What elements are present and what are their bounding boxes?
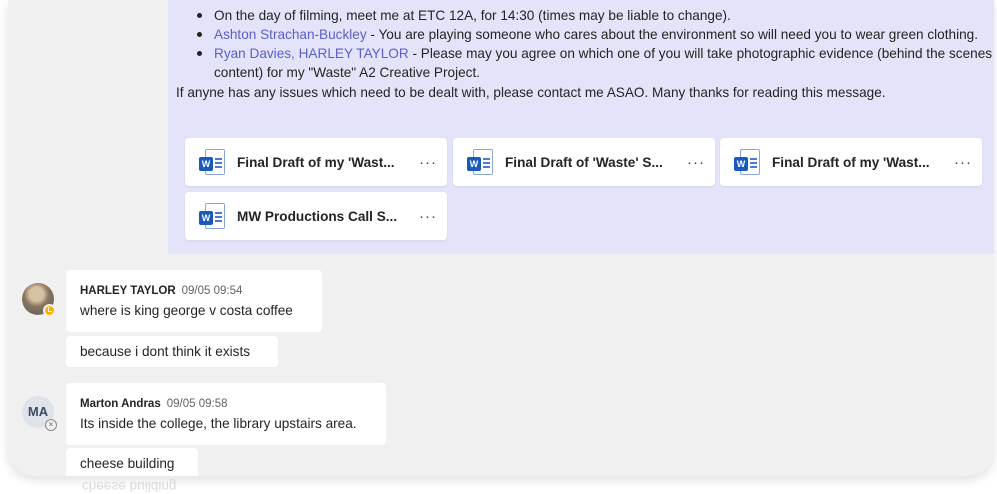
avatar[interactable]: MA × [22, 396, 57, 431]
word-file-icon: W [199, 203, 225, 229]
status-offline-icon: × [45, 419, 57, 431]
message-text: because i dont think it exists [80, 344, 251, 359]
word-file-icon: W [467, 149, 493, 175]
own-message: On the day of filming, meet me at ETC 12… [168, 0, 994, 254]
author-name[interactable]: HARLEY TAYLOR [80, 285, 176, 297]
message-bubble: Marton Andras 09/05 09:58 Its inside the … [66, 383, 386, 445]
message-header: Marton Andras 09/05 09:58 [80, 383, 372, 411]
message-bullet-list: On the day of filming, meet me at ETC 12… [197, 6, 994, 82]
message-closing-text: If anyne has any issues which need to be… [176, 85, 886, 100]
more-options-icon[interactable]: ··· [687, 154, 705, 171]
message-timestamp: 09/05 09:58 [166, 398, 228, 410]
word-file-icon: W [734, 149, 760, 175]
message-timestamp: 09/05 09:54 [181, 285, 243, 297]
avatar-initials: MA [27, 404, 49, 419]
bullet-item: Ryan Davies, HARLEY TAYLOR - Please may … [197, 44, 994, 82]
attachment-name: MW Productions Call S... [237, 208, 398, 224]
word-file-icon: W [199, 149, 225, 175]
chat-pane: On the day of filming, meet me at ETC 12… [8, 0, 994, 476]
bullet-text: - You are playing someone who cares abou… [366, 27, 978, 42]
attachment-name: Final Draft of my 'Wast... [237, 154, 395, 170]
avatar[interactable] [22, 283, 56, 317]
mention-link[interactable]: Ashton Strachan-Buckley [214, 27, 367, 42]
message-text: where is king george v costa coffee [80, 303, 293, 318]
bullet-item: Ashton Strachan-Buckley - You are playin… [197, 25, 994, 44]
attachment-card[interactable]: W Final Draft of 'Waste' S... ··· [453, 138, 715, 186]
more-options-icon[interactable]: ··· [419, 154, 437, 171]
attachment-card[interactable]: W Final Draft of my 'Wast... ··· [720, 138, 982, 186]
message-bubble: cheese building [66, 448, 198, 476]
author-name[interactable]: Marton Andras [80, 398, 161, 410]
message-bubble: HARLEY TAYLOR 09/05 09:54 where is king g… [66, 270, 322, 332]
mention-link[interactable]: Ryan Davies, HARLEY TAYLOR [214, 46, 409, 61]
message-text: Its inside the college, the library upst… [80, 416, 357, 431]
window-reflection: cheese building [82, 479, 177, 494]
message-text: cheese building [80, 455, 175, 471]
attachment-card[interactable]: W Final Draft of my 'Wast... ··· [185, 138, 447, 186]
bullet-text: On the day of filming, meet me at ETC 12… [214, 8, 731, 23]
message-bubble: because i dont think it exists [66, 336, 278, 367]
more-options-icon[interactable]: ··· [954, 154, 972, 171]
attachment-name: Final Draft of my 'Wast... [772, 154, 930, 170]
attachment-name: Final Draft of 'Waste' S... [505, 154, 663, 170]
more-options-icon[interactable]: ··· [419, 208, 437, 225]
status-away-icon [43, 304, 56, 317]
bullet-item: On the day of filming, meet me at ETC 12… [197, 6, 994, 25]
attachment-card[interactable]: W MW Productions Call S... ··· [185, 192, 447, 240]
message-header: HARLEY TAYLOR 09/05 09:54 [80, 270, 308, 298]
